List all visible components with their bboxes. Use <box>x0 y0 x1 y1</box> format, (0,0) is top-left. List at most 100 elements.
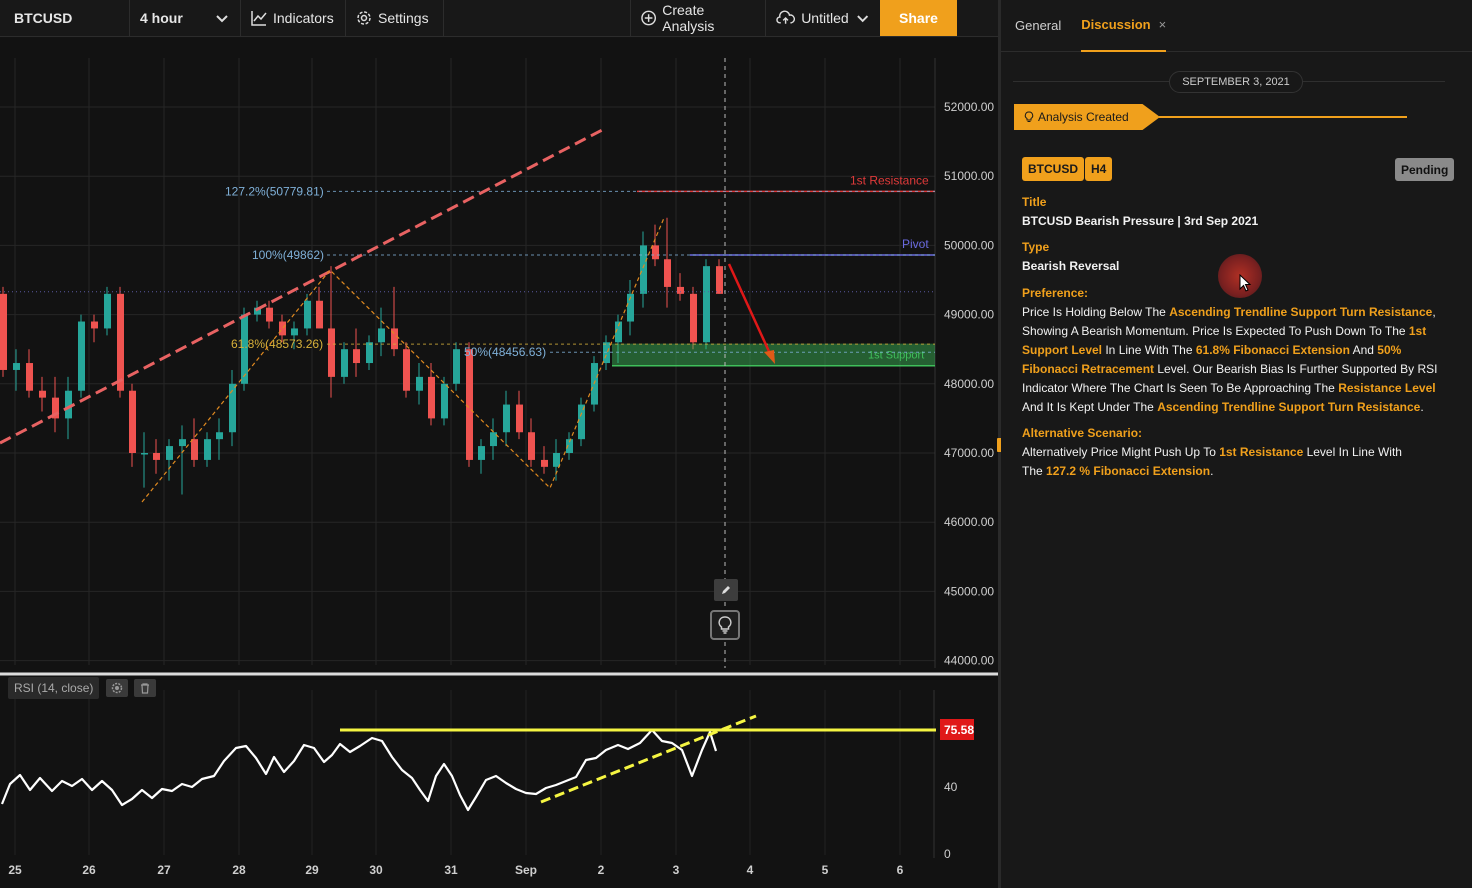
candle-up <box>578 404 585 440</box>
tab-general-label: General <box>1015 18 1062 33</box>
time-axis-label: 4 <box>747 863 754 877</box>
toolbar-spacer <box>444 0 631 36</box>
trash-icon <box>141 683 149 694</box>
layout-selector[interactable]: Untitled <box>766 0 880 36</box>
candle-down <box>117 293 124 391</box>
candle-down <box>403 349 410 391</box>
share-button[interactable]: Share <box>880 0 957 36</box>
price-axis-label: 46000.00 <box>944 515 994 529</box>
alternative-segment: Alternatively Price Might Push Up To <box>1022 445 1220 459</box>
candle-down <box>153 453 160 460</box>
tab-discussion[interactable]: Discussion × <box>1081 0 1167 52</box>
toolbar-tail <box>957 0 998 36</box>
time-axis-label: 25 <box>8 863 22 877</box>
symbol-selector[interactable]: BTCUSD <box>0 0 130 36</box>
chart-toolbar: BTCUSD 4 hour Indicators Settings Create… <box>0 0 998 37</box>
lightbulb-icon <box>718 616 732 634</box>
preference-segment: 61.8% Fibonacci Extension <box>1195 343 1350 357</box>
candle-up <box>703 266 710 343</box>
lightbulb-icon <box>1024 111 1034 122</box>
rsi-value-text: 75.58 <box>944 723 974 737</box>
candle-down <box>0 293 7 370</box>
rsi-indicator-label[interactable]: RSI (14, close) <box>8 677 100 699</box>
chevron-down-icon <box>216 15 228 23</box>
alternative-segment: 127.2 % Fibonacci Extension <box>1046 464 1211 478</box>
alternative-text: Alternatively Price Might Push Up To 1st… <box>1022 443 1402 481</box>
indicators-label: Indicators <box>273 10 334 26</box>
time-axis-label: 28 <box>232 863 246 877</box>
rsi-label-text: RSI (14, close) <box>14 681 94 695</box>
candle-up <box>13 363 20 370</box>
cloud-upload-icon <box>776 10 796 24</box>
layout-name: Untitled <box>801 10 849 26</box>
edit-drawing-button[interactable] <box>714 579 738 601</box>
analysis-panel: General Discussion × SEPTEMBER 3, 2021 A… <box>1001 0 1472 888</box>
panel-tabs: General Discussion × <box>1001 0 1472 52</box>
candle-up <box>78 321 85 391</box>
candle-up <box>216 432 223 440</box>
indicators-button[interactable]: Indicators <box>241 0 346 36</box>
pivot-label: Pivot <box>902 237 929 251</box>
candle-up <box>640 245 647 294</box>
candle-down <box>541 459 548 467</box>
candle-down <box>664 259 671 287</box>
close-tab-icon[interactable]: × <box>1159 17 1167 32</box>
rsi-axis-label: 0 <box>944 847 951 861</box>
candle-up <box>478 446 485 460</box>
pencil-icon <box>722 586 730 594</box>
rsi-settings-button[interactable] <box>106 679 128 697</box>
candle-down <box>677 286 684 294</box>
time-axis-label: 3 <box>673 863 680 877</box>
candle-down <box>316 300 323 329</box>
resistance-label: 1st Resistance <box>850 173 929 187</box>
share-label: Share <box>899 10 938 26</box>
candle-down <box>652 245 659 260</box>
gear-icon <box>357 11 371 25</box>
status-badge: Pending <box>1395 158 1455 181</box>
candle-up <box>104 293 111 329</box>
rsi-delete-button[interactable] <box>134 679 156 697</box>
candle-down <box>39 390 46 398</box>
time-axis-label: 31 <box>444 863 458 877</box>
price-axis-label: 45000.00 <box>944 584 994 598</box>
settings-button[interactable]: Settings <box>346 0 444 36</box>
create-analysis-button[interactable]: Create Analysis <box>631 0 766 36</box>
cursor-arrow-icon <box>1239 274 1252 292</box>
preference-segment: Ascending Trendline Support Turn Resista… <box>1169 305 1433 319</box>
candle-up <box>553 453 560 467</box>
rsi-axis-label: 40 <box>944 780 958 794</box>
chart-canvas[interactable]: 52000.00 51000.00 50000.00 49000.00 48000.00… <box>0 38 998 888</box>
chart-area[interactable]: 52000.00 51000.00 50000.00 49000.00 48000.00… <box>0 38 998 888</box>
interval-label: 4 hour <box>140 10 183 26</box>
price-axis-label: 50000.00 <box>944 238 994 252</box>
title-value: BTCUSD Bearish Pressure | 3rd Sep 2021 <box>1022 214 1259 228</box>
tab-discussion-label: Discussion <box>1081 17 1151 32</box>
price-axis-label: 49000.00 <box>944 308 994 322</box>
candle-down <box>528 432 535 460</box>
event-timeline-line <box>1159 116 1407 118</box>
settings-label: Settings <box>378 10 429 26</box>
timeframe-tag: H4 <box>1085 157 1113 181</box>
preference-segment: And It Is Kept Under The <box>1022 400 1158 414</box>
preference-label: Preference: <box>1022 286 1089 300</box>
time-axis-label: 2 <box>598 863 605 877</box>
candle-down <box>690 293 697 343</box>
candle-down <box>91 321 98 329</box>
candle-down <box>353 349 360 364</box>
event-badge: Analysis Created <box>1014 104 1160 130</box>
candle-up <box>453 349 460 384</box>
date-pill: SEPTEMBER 3, 2021 <box>1169 71 1303 93</box>
support-label: 1st Support <box>868 350 924 362</box>
price-axis-label: 48000.00 <box>944 377 994 391</box>
candle-down <box>516 404 523 433</box>
time-axis-label: Sep <box>515 863 537 877</box>
price-axis-label: 44000.00 <box>944 654 994 668</box>
idea-button[interactable] <box>710 610 740 640</box>
price-axis-label: 52000.00 <box>944 100 994 114</box>
tab-general[interactable]: General <box>1015 0 1061 52</box>
interval-selector[interactable]: 4 hour <box>130 0 241 36</box>
candle-up <box>141 453 148 455</box>
candle-down <box>129 390 136 453</box>
fib-level-label: 100%(49862) <box>252 248 324 262</box>
price-axis-label: 47000.00 <box>944 446 994 460</box>
